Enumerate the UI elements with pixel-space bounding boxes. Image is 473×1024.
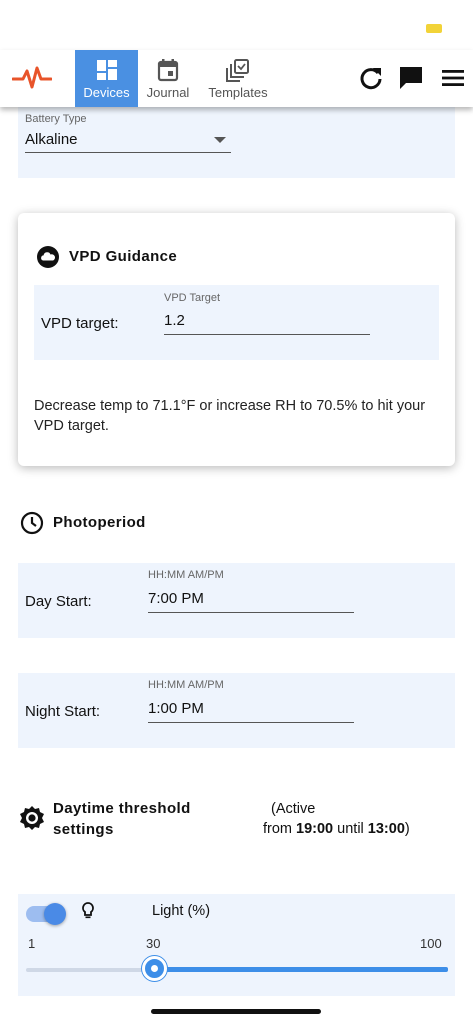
chat-icon[interactable] <box>397 64 425 92</box>
vpd-guidance-text: Decrease temp to 71.1°F or increase RH t… <box>34 398 426 434</box>
tab-label: Templates <box>208 85 268 100</box>
vpd-guidance-card: VPD Guidance VPD target: VPD Target 1.2 … <box>18 213 455 466</box>
night-start-label: Night Start: <box>25 703 101 720</box>
threshold-title-line2: settings <box>53 821 114 838</box>
vpd-guidance-title: VPD Guidance <box>69 248 178 265</box>
refresh-icon[interactable] <box>357 64 385 92</box>
threshold-active-range: from 19:00 until 13:00) <box>263 819 410 839</box>
home-indicator <box>151 1009 321 1014</box>
day-start-underline <box>148 612 354 613</box>
vpd-target-underline <box>164 334 370 335</box>
day-start-input[interactable]: 7:00 PM <box>148 590 204 607</box>
template-stack-icon <box>226 59 249 82</box>
day-start-field-label: HH:MM AM/PM <box>148 569 224 581</box>
slider-value-label: 30 <box>146 936 161 951</box>
tab-label: Journal <box>146 85 190 100</box>
vpd-target-row-label: VPD target: <box>41 315 119 332</box>
slider-track-active[interactable] <box>154 967 448 972</box>
slider-max-label: 100 <box>420 936 442 951</box>
light-toggle[interactable] <box>44 903 66 925</box>
vpd-target-field-label: VPD Target <box>164 292 221 304</box>
from-time: 19:00 <box>296 821 334 837</box>
pulse-logo-icon[interactable] <box>12 64 52 92</box>
app-header: Devices Journal Templates <box>0 50 473 107</box>
vpd-target-input[interactable]: 1.2 <box>164 312 185 329</box>
chevron-down-icon[interactable] <box>213 136 227 144</box>
night-start-input[interactable]: 1:00 PM <box>148 700 204 717</box>
until-time: 13:00 <box>367 821 405 837</box>
clock-icon <box>20 511 44 535</box>
night-start-field-label: HH:MM AM/PM <box>148 679 224 691</box>
close-paren: ) <box>404 821 410 837</box>
from-word: from <box>263 821 292 837</box>
cloud-icon <box>37 246 59 268</box>
battery-type-underline <box>25 152 231 153</box>
lightbulb-icon <box>82 902 94 919</box>
battery-type-label: Battery Type <box>25 113 87 125</box>
until-word: until <box>337 821 364 837</box>
light-label: Light (%) <box>152 903 211 919</box>
tab-templates[interactable]: Templates <box>202 50 274 107</box>
slider-min-label: 1 <box>28 936 36 951</box>
gear-icon <box>20 806 44 830</box>
light-slider-thumb[interactable] <box>142 956 167 981</box>
night-start-underline <box>148 722 354 723</box>
status-bar <box>0 0 473 50</box>
tab-journal[interactable]: Journal <box>142 50 194 107</box>
calendar-icon <box>157 59 179 82</box>
menu-icon[interactable] <box>439 64 467 92</box>
tab-label: Devices <box>83 85 130 100</box>
tab-devices[interactable]: Devices <box>75 50 138 107</box>
day-start-label: Day Start: <box>25 593 92 610</box>
threshold-title-line1: Daytime threshold <box>53 800 191 817</box>
battery-icon <box>426 24 442 33</box>
battery-type-select[interactable]: Alkaline <box>25 131 78 148</box>
slider-track-inactive[interactable] <box>26 968 154 972</box>
photoperiod-title: Photoperiod <box>53 514 146 531</box>
dashboard-icon <box>96 60 117 80</box>
threshold-active-line1: (Active <box>271 801 316 817</box>
